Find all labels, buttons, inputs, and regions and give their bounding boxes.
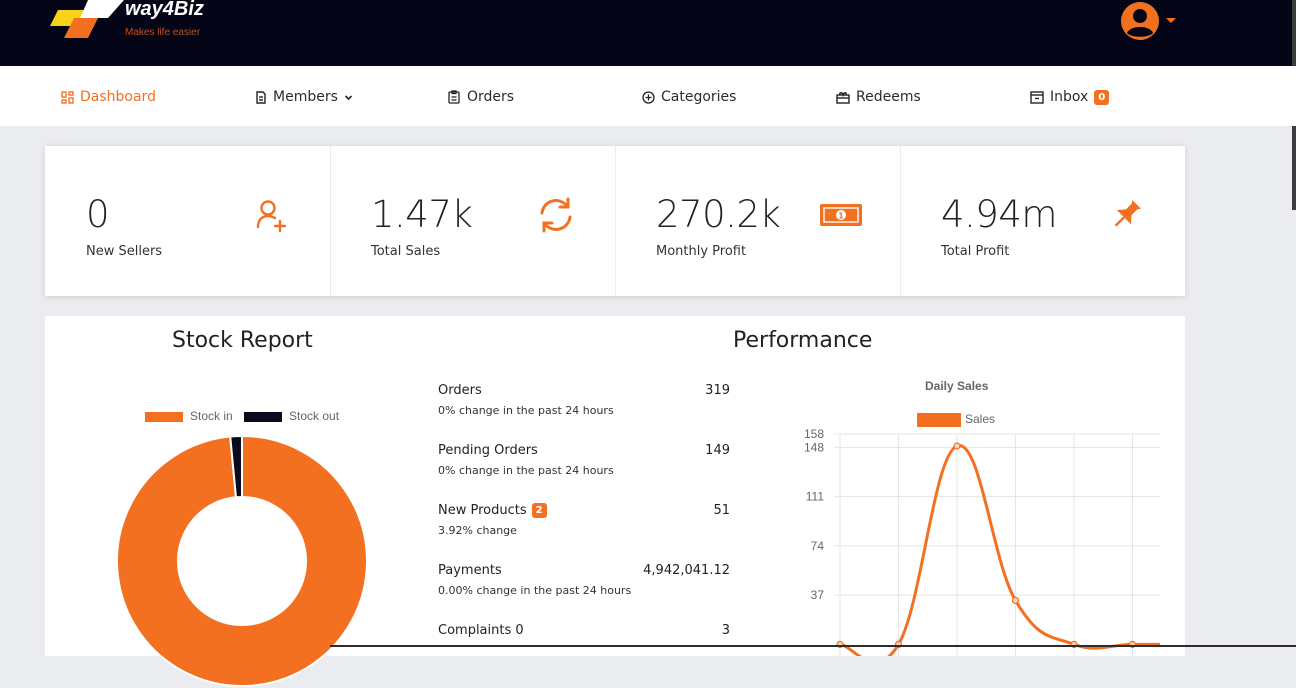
- legend-sales-swatch[interactable]: [917, 413, 961, 427]
- stat-new-sellers: 0 New Sellers: [45, 146, 331, 296]
- user-avatar-icon[interactable]: [1120, 1, 1160, 41]
- y-tick-label: 111: [806, 490, 825, 504]
- chevron-down-icon: [344, 94, 352, 100]
- perf-name: Payments: [438, 563, 502, 578]
- sales-series-line: [839, 444, 1160, 656]
- perf-name: Pending Orders: [438, 443, 538, 458]
- add-user-icon: [256, 200, 287, 233]
- pin-icon: [1114, 200, 1141, 227]
- legend-stock-in-label[interactable]: Stock in: [190, 409, 233, 423]
- y-tick-label: 148: [804, 440, 824, 454]
- stat-value: 0: [86, 193, 110, 236]
- stats-card: 0 New Sellers 1.47k Total Sales 270.2k M…: [45, 146, 1185, 296]
- perf-value: 3: [721, 623, 730, 638]
- nav-redeems[interactable]: Redeems: [836, 89, 921, 105]
- legend-stock-out-swatch[interactable]: [244, 412, 282, 422]
- inbox-count-badge: 0: [1094, 89, 1110, 105]
- inbox-icon: [1030, 90, 1044, 104]
- nav-orders[interactable]: Orders: [447, 89, 514, 105]
- nav-categories[interactable]: Categories: [642, 89, 736, 105]
- brand-tagline: Makes life easier: [125, 27, 201, 38]
- gift-icon: [836, 91, 850, 104]
- perf-name: New Products 2: [438, 503, 547, 518]
- nav-inbox-label: Inbox: [1050, 89, 1089, 105]
- stat-value: 1.47k: [371, 193, 473, 236]
- nav-categories-label: Categories: [661, 89, 737, 105]
- perf-value: 319: [705, 383, 730, 398]
- stat-label: New Sellers: [86, 244, 163, 259]
- y-tick-label: 74: [811, 539, 825, 553]
- perf-name: Complaints 0: [438, 623, 524, 638]
- sync-icon: [540, 197, 572, 233]
- stock-report-title: Stock Report: [172, 328, 313, 353]
- circle-plus-icon: [642, 90, 655, 104]
- stat-value: 270.2k: [656, 193, 781, 236]
- report-panel: Stock Report Performance Stock in Stock …: [45, 316, 1185, 687]
- performance-title: Performance: [733, 328, 873, 353]
- sales-data-point[interactable]: [1011, 596, 1020, 605]
- nav-redeems-label: Redeems: [856, 89, 921, 105]
- sales-data-point[interactable]: [953, 442, 961, 450]
- y-tick-label: 158: [804, 427, 824, 441]
- money-bill-icon: 1: [820, 204, 862, 226]
- nav-inbox[interactable]: Inbox 0: [1030, 89, 1110, 105]
- clipboard-icon: [448, 90, 460, 104]
- new-products-badge: 2: [531, 503, 547, 518]
- perf-change: 0% change in the past 24 hours: [438, 464, 614, 477]
- stat-monthly-profit: 270.2k Monthly Profit 1: [615, 146, 901, 296]
- brand-name[interactable]: way4Biz: [125, 0, 204, 21]
- legend-sales-label[interactable]: Sales: [965, 412, 995, 426]
- main-nav: Dashboard Members Orders Categories Rede…: [0, 66, 1296, 126]
- stat-total-sales: 1.47k Total Sales: [330, 146, 616, 296]
- stock-doughnut-chart: [116, 434, 368, 687]
- nav-dashboard[interactable]: Dashboard: [61, 89, 156, 105]
- document-icon: [256, 90, 266, 104]
- legend-stock-in-swatch[interactable]: [145, 412, 183, 422]
- legend-stock-out-label[interactable]: Stock out: [289, 409, 339, 423]
- chevron-down-icon[interactable]: [1166, 18, 1176, 23]
- nav-dashboard-label: Dashboard: [80, 89, 156, 105]
- brand-logo-icon: [50, 0, 124, 38]
- daily-sales-title: Daily Sales: [925, 379, 989, 393]
- daily-sales-line-chart: 37 74 111 148158: [804, 427, 1160, 656]
- perf-change: 0.00% change in the past 24 hours: [438, 584, 632, 597]
- nav-members[interactable]: Members: [255, 89, 353, 105]
- stat-label: Monthly Profit: [656, 244, 747, 259]
- perf-value: 149: [705, 443, 730, 458]
- nav-orders-label: Orders: [467, 89, 515, 105]
- y-tick-label: 37: [811, 588, 825, 602]
- svg-text:1: 1: [838, 212, 844, 221]
- stat-value: 4.94m: [941, 193, 1057, 236]
- top-header: way4Biz Makes life easier: [0, 0, 1296, 66]
- stat-label: Total Profit: [941, 244, 1010, 259]
- perf-name: Orders: [438, 383, 482, 398]
- dashboard-icon: [61, 90, 74, 104]
- perf-value: 51: [713, 503, 730, 518]
- nav-members-label: Members: [273, 89, 338, 105]
- stat-label: Total Sales: [371, 244, 441, 259]
- stat-total-profit: 4.94m Total Profit: [900, 146, 1185, 296]
- perf-change: 0% change in the past 24 hours: [438, 404, 614, 417]
- perf-change: 3.92% change: [438, 524, 517, 537]
- perf-value: 4,942,041.12: [643, 563, 730, 578]
